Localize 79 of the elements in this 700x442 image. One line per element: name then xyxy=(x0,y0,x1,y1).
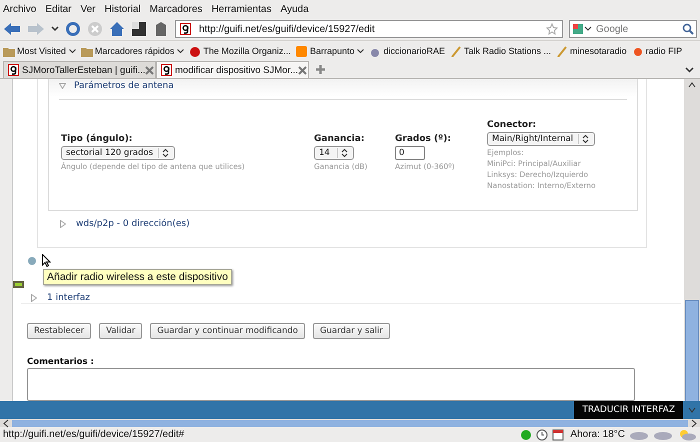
folder-icon xyxy=(80,46,93,56)
site-icon xyxy=(161,64,172,76)
tab-list-icon[interactable] xyxy=(685,67,694,73)
menu-item[interactable]: Ayuda xyxy=(280,4,309,14)
comments-field[interactable] xyxy=(27,368,635,401)
menu-item[interactable]: Historial xyxy=(104,4,141,14)
browser-tab[interactable]: SJMoroTallerEsteban | guifi... xyxy=(3,61,156,78)
caret-icon xyxy=(68,48,76,54)
tooltip: Añadir radio wireless a este dispositivo xyxy=(43,269,232,285)
menu-item[interactable]: Archivo xyxy=(3,4,36,14)
bookmark-item[interactable]: Marcadores rápidos xyxy=(80,46,184,56)
scroll-right-icon[interactable] xyxy=(690,418,698,428)
menu-item[interactable]: Editar xyxy=(45,4,72,14)
form-button[interactable]: Restablecer xyxy=(27,323,92,339)
clock-icon[interactable] xyxy=(536,428,548,440)
form-button[interactable]: Validar xyxy=(99,323,142,339)
field-label: Comentarios : xyxy=(27,357,94,367)
search-icon[interactable] xyxy=(682,23,694,35)
bookmark-item[interactable]: Most Visited xyxy=(3,46,76,56)
close-icon[interactable] xyxy=(298,66,308,74)
updown-arrows-icon xyxy=(337,148,349,158)
folder-icon xyxy=(3,46,15,56)
updown-arrows-icon xyxy=(158,148,170,158)
bookmark-item[interactable]: diccionarioRAE xyxy=(369,46,445,56)
address-field[interactable]: http://guifi.net/es/guifi/device/15927/edit xyxy=(175,20,563,38)
field-label: Grados (º): xyxy=(395,134,451,144)
select-field[interactable]: sectorial 120 grados xyxy=(61,146,176,160)
select-field[interactable]: 14 xyxy=(314,146,354,160)
scrollbar-thumb[interactable] xyxy=(685,300,699,402)
input-field[interactable]: 0 xyxy=(395,146,425,160)
status-dot-icon[interactable] xyxy=(520,428,532,440)
caret-icon xyxy=(357,48,364,54)
select-field[interactable]: Main/Right/Internal xyxy=(487,132,596,146)
scroll-down-icon[interactable] xyxy=(687,406,697,414)
sun-icon xyxy=(632,46,644,56)
new-tab-icon[interactable] xyxy=(315,64,326,75)
close-icon[interactable] xyxy=(145,66,154,74)
bookmark-item[interactable]: Barrapunto xyxy=(296,46,364,56)
expand-icon[interactable] xyxy=(31,294,37,302)
star-icon[interactable] xyxy=(546,23,558,35)
translate-button[interactable]: TRADUCIR INTERFAZ xyxy=(574,401,683,419)
search-field[interactable]: Google xyxy=(569,20,697,38)
section-title[interactable]: wds/p2p - 0 dirección(es) xyxy=(76,219,190,229)
site-icon xyxy=(8,64,19,76)
collapse-icon[interactable] xyxy=(59,83,66,89)
scroll-up-icon[interactable] xyxy=(687,81,697,89)
status-text: http://guifi.net/es/guifi/device/15927/edit# xyxy=(3,429,186,440)
scrollbar-thumb[interactable] xyxy=(12,420,688,426)
bookmark-item[interactable]: Talk Radio Stations ... xyxy=(450,46,552,56)
reload-icon[interactable] xyxy=(65,21,81,37)
browser-tab[interactable]: modificar dispositivo SJMor... xyxy=(156,61,309,78)
form-button[interactable]: Guardar y salir xyxy=(312,323,390,339)
bookmark-item[interactable]: minesotaradio xyxy=(556,46,627,56)
updown-arrows-icon xyxy=(578,134,590,144)
menu-item[interactable]: Ver xyxy=(80,4,96,14)
menu-item[interactable]: Marcadores xyxy=(150,4,202,14)
form-button[interactable]: Guardar y continuar modificando xyxy=(150,323,305,339)
home-icon[interactable] xyxy=(109,21,125,37)
bookmark-item[interactable]: radio FIP xyxy=(632,46,682,56)
back-icon[interactable] xyxy=(3,22,21,36)
search-engine-icon[interactable] xyxy=(572,22,592,36)
field-label: Ganancia: xyxy=(314,134,364,144)
field-label: Tipo (ángulo): xyxy=(61,134,132,144)
caret-icon xyxy=(177,48,184,54)
weather-text[interactable]: Ahora: 18°C xyxy=(570,429,625,440)
section-title[interactable]: Parámetros de antena xyxy=(74,81,174,91)
network-card-icon xyxy=(13,280,24,289)
bookmark-item[interactable]: The Mozilla Organiz... xyxy=(189,46,291,56)
field-label: Conector: xyxy=(487,120,536,130)
window-icon[interactable] xyxy=(131,21,147,37)
rss-icon xyxy=(296,46,308,56)
cursor-icon xyxy=(42,254,51,267)
site-icon xyxy=(180,23,191,35)
calendar-icon[interactable] xyxy=(552,428,564,440)
scroll-left-icon[interactable] xyxy=(2,418,10,428)
expand-icon[interactable] xyxy=(60,220,66,228)
menu-item[interactable]: Herramientas xyxy=(211,4,272,14)
section-title[interactable]: 1 interfaz xyxy=(47,293,90,303)
dropdown-icon[interactable] xyxy=(51,26,59,32)
